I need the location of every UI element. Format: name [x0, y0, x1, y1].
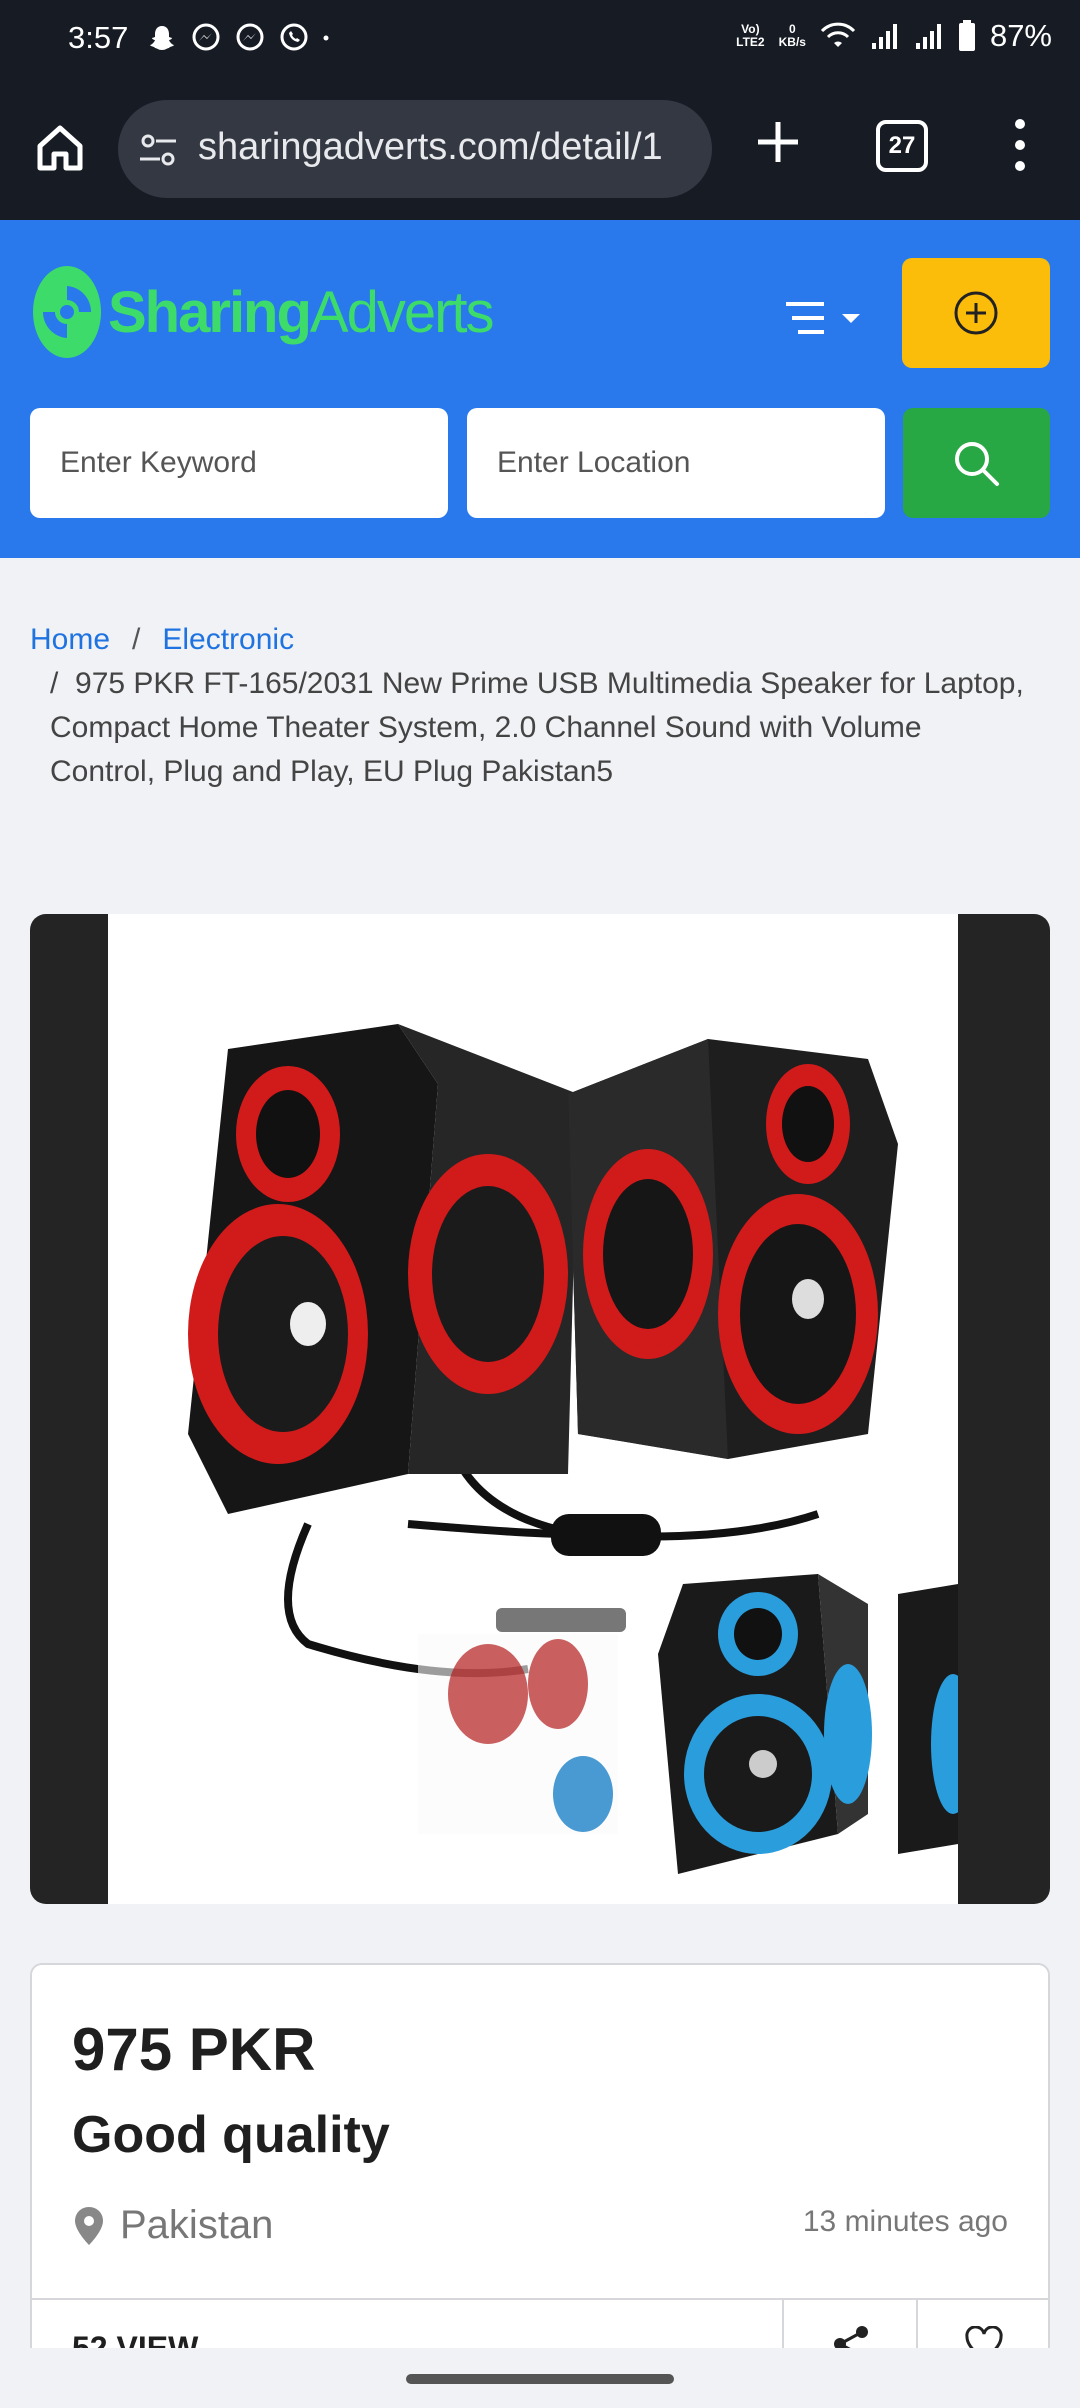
wifi-icon [820, 22, 856, 47]
keyword-input[interactable] [30, 408, 448, 518]
messenger-icon [236, 23, 264, 51]
logo-text-adverts: Adverts [309, 279, 495, 345]
battery-icon [958, 20, 975, 51]
volte-indicator: Vo) LTE2 [736, 23, 764, 49]
signal-icon [871, 24, 897, 49]
product-image-gallery[interactable] [30, 914, 1050, 1904]
search-icon [955, 442, 999, 486]
listing-price: 975 PKR [72, 2016, 316, 2083]
search-button[interactable] [903, 408, 1050, 518]
clock: 3:57 [68, 20, 129, 55]
messenger-icon [192, 23, 220, 51]
location-pin-icon [75, 2206, 103, 2245]
more-options-icon[interactable] [1000, 110, 1040, 180]
speed-unit: KB/s [778, 35, 806, 49]
product-photo [108, 914, 975, 1904]
gesture-navigation-area [0, 2348, 1080, 2408]
dot-icon [323, 35, 329, 41]
home-icon[interactable] [28, 116, 92, 180]
listing-location: Pakistan [72, 2203, 273, 2248]
logo-text: SharingAdverts [108, 279, 495, 346]
site-settings-icon[interactable] [138, 130, 178, 170]
site-header: SharingAdverts [0, 220, 1080, 558]
listing-title: Good quality [72, 2106, 390, 2164]
breadcrumb-category[interactable]: Electronic [162, 623, 294, 656]
location-label: Pakistan [120, 2203, 274, 2247]
breadcrumb-separator: / [132, 623, 141, 656]
post-ad-button[interactable] [902, 258, 1050, 368]
speakers-image [188, 1024, 975, 1874]
breadcrumb-current: / 975 PKR FT-165/2031 New Prime USB Mult… [30, 662, 1030, 794]
posted-time: 13 minutes ago [802, 2205, 1008, 2238]
status-bar: 3:57 Vo) LTE2 0 KB/s 87% [0, 0, 1080, 80]
browser-toolbar: sharingadverts.com/detail/1 27 [0, 80, 1080, 220]
location-input[interactable] [467, 408, 885, 518]
url-text: sharingadverts.com/detail/1 [198, 126, 663, 168]
network-speed: 0 KB/s [779, 23, 806, 49]
logo-mark-icon [33, 266, 101, 358]
logo-text-sharing: Sharing [108, 279, 312, 345]
tab-switcher-button[interactable]: 27 [876, 120, 928, 172]
system-icons: Vo) LTE2 0 KB/s 87% [736, 18, 1052, 54]
plus-circle-icon [954, 291, 998, 335]
breadcrumb-home[interactable]: Home [30, 623, 110, 656]
battery-percent: 87% [989, 18, 1052, 53]
lte-label: LTE2 [736, 35, 765, 49]
menu-toggle-icon[interactable] [780, 294, 870, 344]
listing-info-card: 975 PKR Good quality Pakistan 13 minutes… [30, 1963, 1050, 2408]
breadcrumb-separator: / [50, 667, 59, 700]
signal-icon [915, 24, 941, 49]
whatsapp-icon [280, 23, 308, 51]
home-gesture-bar[interactable] [406, 2374, 674, 2384]
breadcrumb: Home / Electronic / 975 PKR FT-165/2031 Ne… [30, 618, 1030, 794]
site-logo[interactable]: SharingAdverts [30, 264, 495, 360]
breadcrumb-current-title: 975 PKR FT-165/2031 New Prime USB Multim… [50, 667, 1024, 788]
address-bar[interactable]: sharingadverts.com/detail/1 [118, 100, 712, 198]
notification-icons [146, 22, 338, 54]
snapchat-icon [150, 26, 174, 50]
new-tab-icon[interactable] [748, 112, 808, 172]
